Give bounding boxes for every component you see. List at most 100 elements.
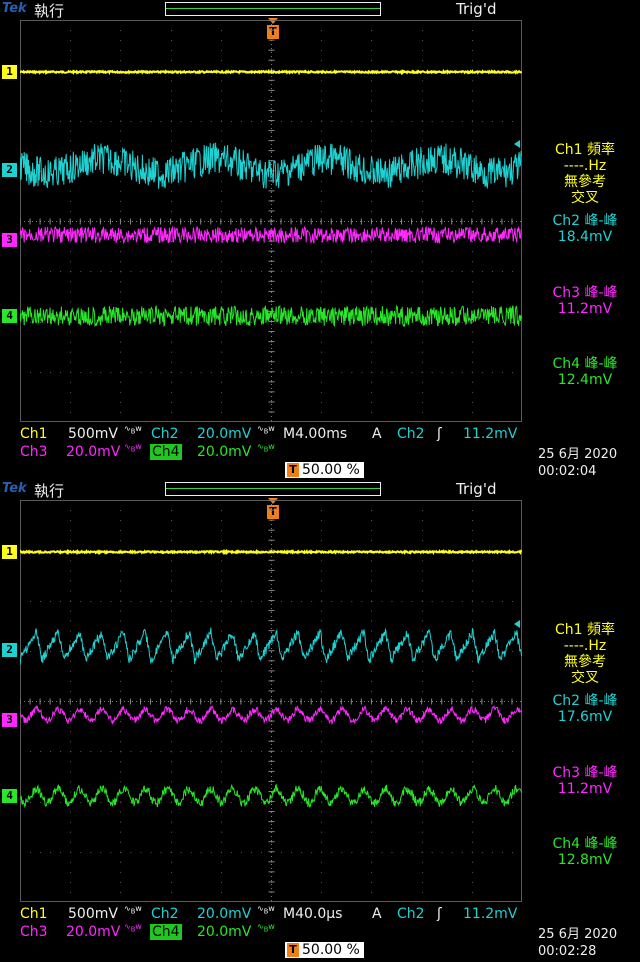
record-position-bar[interactable] (165, 2, 381, 16)
grid-dot (371, 610, 372, 612)
grid-dot (422, 670, 423, 672)
grid-dot (321, 560, 322, 562)
grid-dot (150, 271, 152, 272)
timebase[interactable]: M40.0µs (283, 906, 342, 922)
grid-dot (381, 802, 383, 803)
timebase[interactable]: M4.00ms (283, 426, 347, 442)
grid-dot (190, 651, 192, 652)
trigger-level[interactable]: 11.2mV (463, 906, 517, 922)
ch2-scale[interactable]: 20.0mV (197, 426, 251, 442)
grid-dot (321, 651, 323, 652)
grid-dot (371, 60, 372, 62)
grid-dot (422, 100, 423, 102)
grid-dot (70, 610, 71, 612)
grid-dot (80, 852, 82, 853)
grid-dot (472, 241, 473, 243)
grid-dot (40, 372, 42, 373)
grid-dot (511, 802, 513, 803)
grid-dot (472, 80, 473, 82)
ch4-ground-marker[interactable]: 4 (2, 309, 17, 323)
trigger-position-readout[interactable]: T 50.00 % (285, 942, 364, 958)
grid-dot (60, 271, 62, 272)
grid-dot (341, 802, 343, 803)
grid-dot (501, 372, 503, 373)
trigger-source[interactable]: Ch2 (397, 426, 425, 442)
grid-dot (391, 651, 393, 652)
trigger-source[interactable]: Ch2 (397, 906, 425, 922)
grid-dot (250, 322, 252, 323)
grid-dot (422, 60, 423, 62)
grid-dot (170, 852, 172, 853)
grid-dot (60, 802, 62, 803)
grid-dot (171, 640, 172, 642)
grid-dot (120, 50, 121, 52)
grid-dot (371, 530, 372, 532)
ch2-ground-marker[interactable]: 2 (2, 163, 17, 177)
grid-dot (401, 852, 403, 853)
date: 25 6月 2020 (538, 447, 618, 462)
ch3-ground-marker[interactable]: 3 (2, 233, 17, 247)
grid-dot (472, 891, 473, 893)
grid-dot (221, 150, 222, 152)
grid-dot (80, 802, 82, 803)
grid-dot (472, 50, 473, 52)
ch1-scale[interactable]: 500mV (68, 426, 118, 442)
grid-dot (190, 751, 192, 752)
grid-dot (511, 70, 513, 71)
grid-dot (422, 610, 423, 612)
grid-dot (171, 351, 172, 353)
grid-dot (171, 140, 172, 142)
grid-dot (422, 261, 423, 263)
grid-dot (441, 852, 443, 853)
grid-dot (391, 601, 393, 602)
grid-dot (171, 510, 172, 512)
trigger-position-readout[interactable]: T 50.00 % (285, 462, 364, 478)
grid-dot (472, 560, 473, 562)
trigger-level[interactable]: 11.2mV (463, 426, 517, 442)
grid-dot (120, 510, 121, 512)
grid-dot (472, 831, 473, 833)
ch4-ground-marker[interactable]: 4 (2, 789, 17, 803)
grid-dot (221, 210, 222, 212)
grid-dot (221, 291, 222, 293)
ch1-ground-marker[interactable]: 1 (2, 545, 17, 559)
grid-dot (311, 171, 313, 172)
grid-dot (120, 620, 121, 622)
grid-dot (70, 200, 71, 202)
grid-dot (472, 580, 473, 582)
ch1-ground-marker[interactable]: 1 (2, 65, 17, 79)
grid-dot (351, 121, 353, 122)
grid-dot (120, 861, 121, 863)
record-position-bar[interactable] (165, 482, 381, 496)
grid-dot (120, 560, 121, 562)
grid-dot (221, 781, 222, 783)
grid-dot (371, 341, 372, 343)
grid-dot (221, 90, 222, 92)
grid-dot (70, 690, 71, 692)
grid-dot (371, 20, 372, 21)
grid-dot (171, 690, 172, 692)
grid-dot (371, 381, 372, 383)
grid-dot (180, 372, 182, 373)
ch1-scale[interactable]: 500mV (68, 906, 118, 922)
grid-dot (110, 372, 112, 373)
ch2-ground-marker[interactable]: 2 (2, 643, 17, 657)
grid-dot (422, 401, 423, 403)
ch3-scale[interactable]: 20.0mV (66, 444, 120, 460)
ch4-scale[interactable]: 20.0mV (197, 924, 251, 940)
meas-value: 11.2mV (557, 301, 613, 317)
grid-dot (80, 601, 82, 602)
ch4-scale[interactable]: 20.0mV (197, 444, 251, 460)
grid-dot (431, 121, 433, 122)
ch3-ground-marker[interactable]: 3 (2, 713, 17, 727)
grid-dot (221, 60, 222, 62)
ch4-waveform (20, 783, 522, 809)
grid-dot (301, 322, 303, 323)
ch2-scale[interactable]: 20.0mV (197, 906, 251, 922)
grid-dot (472, 881, 473, 883)
ch3-scale[interactable]: 20.0mV (66, 924, 120, 940)
grid-dot (431, 601, 433, 602)
ch3-label: Ch3 (20, 444, 48, 460)
grid-dot (70, 560, 71, 562)
grid-dot (160, 852, 162, 853)
